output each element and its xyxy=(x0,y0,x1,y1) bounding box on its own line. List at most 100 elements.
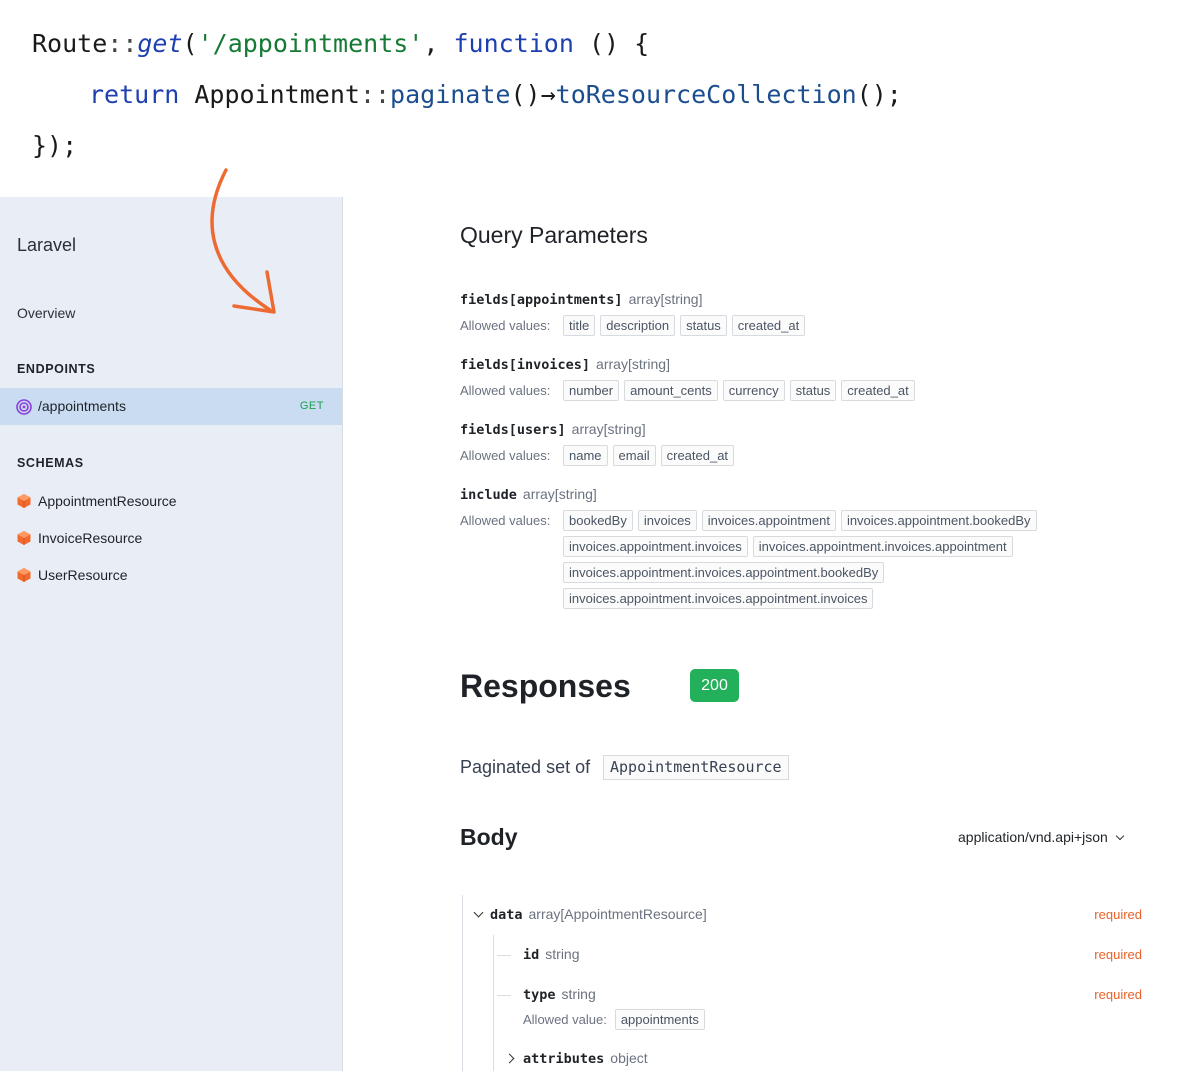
allowed-value-tag: invoices.appointment.invoices.appointmen… xyxy=(752,536,1013,557)
allowed-value-tag: invoices.appointment.invoices.appointmen… xyxy=(563,562,885,583)
param-name: fields[invoices] xyxy=(460,357,591,373)
allowed-value-tag: email xyxy=(612,445,656,466)
chevron-down-icon[interactable] xyxy=(473,907,484,918)
query-param: include array[string] Allowed values: boo… xyxy=(460,484,1060,609)
code-token: (); xyxy=(856,80,902,109)
sidebar-item-appointment-resource[interactable]: AppointmentResource xyxy=(0,489,342,515)
query-param: fields[users] array[string] Allowed value… xyxy=(460,419,1160,466)
param-name: include xyxy=(460,487,517,503)
param-type: array[string] xyxy=(522,486,597,502)
endpoint-method-badge: GET xyxy=(299,400,324,412)
field-type: array[AppointmentResource] xyxy=(528,906,707,922)
schema-field-data: data array[AppointmentResource] xyxy=(490,906,707,923)
allowed-value-tag: status xyxy=(789,380,837,401)
sidebar-item-user-resource[interactable]: UserResource xyxy=(0,563,342,589)
field-type: string xyxy=(545,946,580,962)
code-token: () xyxy=(510,80,541,109)
code-token: , xyxy=(423,29,454,58)
schema-label: UserResource xyxy=(38,567,128,583)
allowed-value-tag: invoices.appointment xyxy=(701,510,836,531)
curved-arrow-icon xyxy=(210,168,276,314)
allowed-values-label: Allowed values: xyxy=(460,318,551,333)
required-badge: required xyxy=(1094,987,1142,1002)
code-token: :: xyxy=(359,80,391,109)
chevron-down-icon xyxy=(1115,831,1125,841)
code-token: ( xyxy=(182,29,198,58)
field-name: attributes xyxy=(523,1051,605,1067)
code-token: :: xyxy=(107,29,138,58)
allowed-value-tag: invoices.appointment.invoices xyxy=(563,536,748,557)
body-heading: Body xyxy=(460,824,518,850)
code-token: Route xyxy=(32,29,108,58)
allowed-value-tag: status xyxy=(680,315,727,336)
allowed-value-tag: invoices.appointment.bookedBy xyxy=(840,510,1037,531)
allowed-values-label: Allowed values: xyxy=(460,383,551,398)
responses-heading: Responses xyxy=(460,668,631,704)
param-name: fields[appointments] xyxy=(460,292,623,308)
sidebar-section-endpoints: ENDPOINTS xyxy=(17,362,96,376)
field-name: id xyxy=(523,947,540,963)
query-parameters-heading: Query Parameters xyxy=(460,222,648,248)
schema-field-attributes[interactable]: attributes object xyxy=(523,1050,648,1067)
allowed-value-tag: invoices.appointment.invoices.appointmen… xyxy=(563,588,874,609)
allowed-value-tag: currency xyxy=(722,380,785,401)
allowed-values-label: Allowed values: xyxy=(460,513,551,528)
code-token: get xyxy=(137,29,183,58)
allowed-value-tag: name xyxy=(563,445,608,466)
schema-label: InvoiceResource xyxy=(38,530,143,546)
allowed-value-row: Allowed value: appointments xyxy=(523,1009,705,1030)
allowed-value-label: Allowed value: xyxy=(523,1012,607,1027)
endpoint-label: /appointments xyxy=(38,398,126,414)
param-type: array[string] xyxy=(571,421,646,437)
query-param: fields[invoices] array[string] Allowed va… xyxy=(460,354,1160,401)
tree-connector xyxy=(497,995,511,996)
allowed-value-tag: appointments xyxy=(614,1009,705,1030)
allowed-value-tag: description xyxy=(600,315,676,336)
allowed-value-tag: created_at xyxy=(660,445,735,466)
field-name: data xyxy=(490,907,523,923)
schema-label: AppointmentResource xyxy=(38,493,177,509)
code-token: toResourceCollection xyxy=(555,80,857,109)
tree-guide xyxy=(493,935,494,1071)
param-name: fields[users] xyxy=(460,422,566,438)
allowed-values-label: Allowed values: xyxy=(460,448,551,463)
code-line-3: }); xyxy=(32,131,78,160)
resource-link[interactable]: AppointmentResource xyxy=(603,755,789,780)
code-token: '/appointments' xyxy=(197,29,424,58)
field-type: object xyxy=(610,1050,648,1066)
required-badge: required xyxy=(1094,947,1142,962)
code-token: function xyxy=(453,29,574,58)
target-icon xyxy=(16,399,32,415)
field-name: type xyxy=(523,987,556,1003)
cube-icon xyxy=(17,568,31,582)
schema-field-type: type string xyxy=(523,986,596,1003)
cube-icon xyxy=(17,531,31,545)
code-token: paginate xyxy=(390,80,511,109)
code-token: Appointment xyxy=(179,80,360,109)
sidebar-title[interactable]: Laravel xyxy=(17,235,76,256)
paginated-text: Paginated set of xyxy=(460,757,591,777)
param-type: array[string] xyxy=(596,356,670,372)
code-line-1: Route::get('/appointments', function () … xyxy=(32,24,649,64)
allowed-value-tag: bookedBy xyxy=(563,510,633,531)
content-type-value: application/vnd.api+json xyxy=(958,829,1108,845)
cube-icon xyxy=(17,494,31,508)
sidebar-item-appointments[interactable]: /appointments GET xyxy=(0,388,342,425)
allowed-value-tag: number xyxy=(563,380,620,401)
code-line-2: return Appointment::paginate()→toResourc… xyxy=(89,75,902,115)
code-token: return xyxy=(89,80,180,109)
allowed-value-tag: title xyxy=(563,315,596,336)
field-type: string xyxy=(561,986,596,1002)
sidebar-item-overview[interactable]: Overview xyxy=(17,305,75,321)
code-token: → xyxy=(540,80,556,109)
schema-field-id: id string xyxy=(523,946,580,963)
status-code-tab[interactable]: 200 xyxy=(690,669,739,702)
tree-connector xyxy=(497,955,511,956)
param-type: array[string] xyxy=(628,291,703,307)
content-type-select[interactable]: application/vnd.api+json xyxy=(958,829,1125,845)
code-token: () { xyxy=(573,29,650,58)
sidebar-item-invoice-resource[interactable]: InvoiceResource xyxy=(0,526,342,552)
sidebar-section-schemas: SCHEMAS xyxy=(17,456,84,470)
chevron-right-icon[interactable] xyxy=(504,1053,515,1064)
allowed-value-tag: created_at xyxy=(731,315,806,336)
